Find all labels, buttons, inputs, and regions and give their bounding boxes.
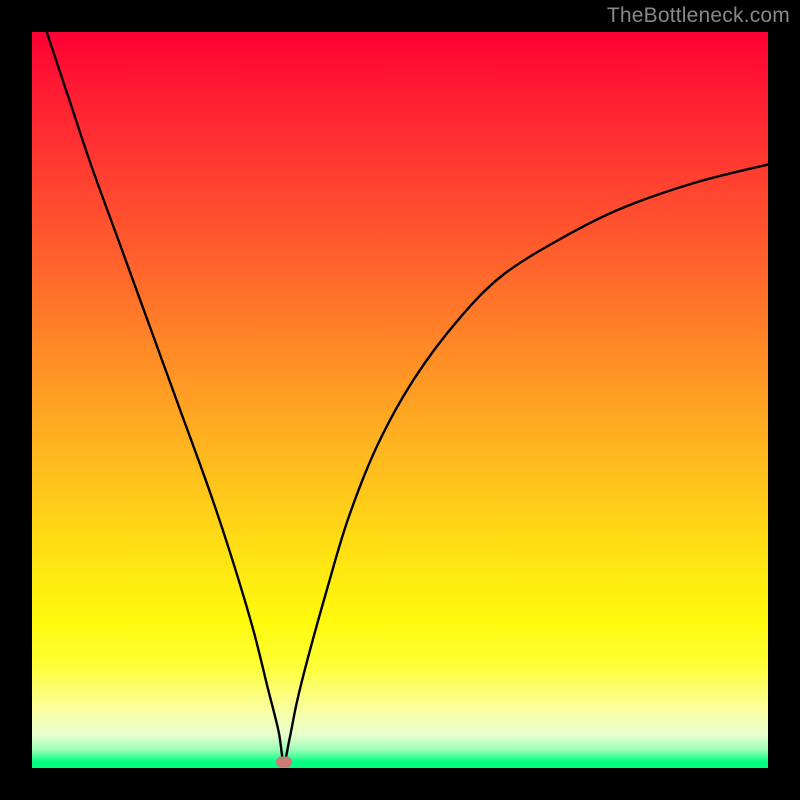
bottleneck-curve [32,32,768,768]
chart-frame: TheBottleneck.com [0,0,800,800]
watermark-text: TheBottleneck.com [607,4,790,28]
optimal-point-marker [276,757,292,768]
plot-area [32,32,768,768]
